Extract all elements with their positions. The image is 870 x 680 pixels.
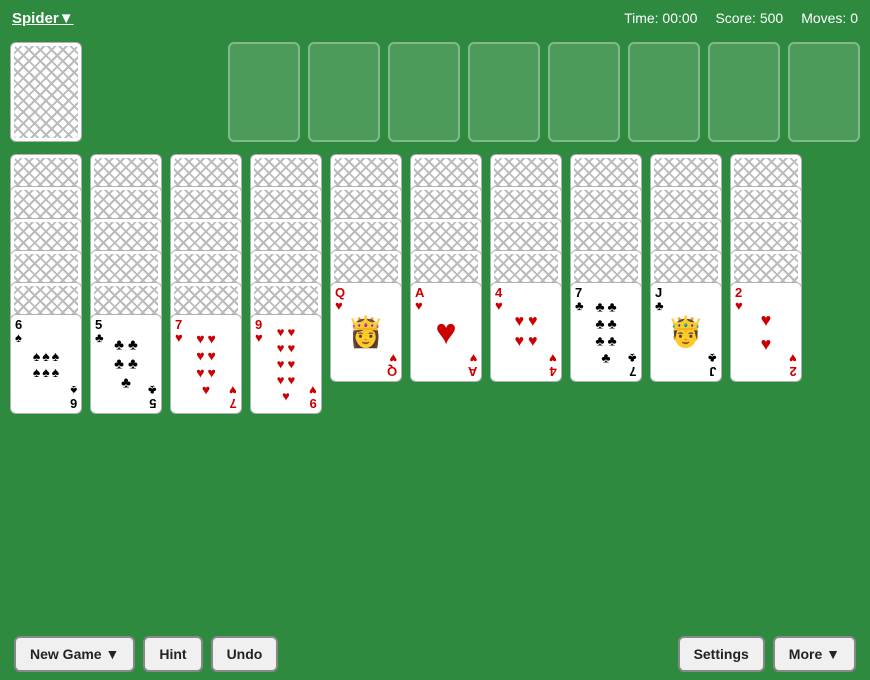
footer-right: Settings More ▼ — [678, 636, 856, 672]
face-up-card[interactable]: 7♥ ♥♥ ♥♥ ♥♥ ♥ 7♥ — [170, 314, 242, 414]
column-6: 4♥ ♥♥ ♥♥ 4♥ — [490, 154, 562, 382]
column-9: 2♥ ♥ ♥ 2♥ — [730, 154, 802, 382]
hint-button[interactable]: Hint — [143, 636, 202, 672]
stock-card[interactable] — [10, 42, 82, 142]
settings-button[interactable]: Settings — [678, 636, 765, 672]
face-up-card[interactable]: 4♥ ♥♥ ♥♥ 4♥ — [490, 282, 562, 382]
column-7: 7♣ ♣♣ ♣♣ ♣♣ ♣ 7♣ — [570, 154, 642, 382]
face-up-card[interactable]: A♥ ♥ A♥ — [410, 282, 482, 382]
column-4: Q♥ 👸 Q♥ — [330, 154, 402, 382]
header-stats: Time: 00:00 Score: 500 Moves: 0 — [624, 10, 858, 26]
header: Spider▼ Time: 00:00 Score: 500 Moves: 0 — [0, 0, 870, 36]
moves-label: Moves: 0 — [801, 10, 858, 26]
foundation-slot-3 — [388, 42, 460, 142]
game-area: 6♠ ♠♠♠ ♠♠♠ 6♠ 5♣ ♣♣ — [0, 36, 870, 420]
new-game-button[interactable]: New Game ▼ — [14, 636, 135, 672]
foundation-slot-7 — [708, 42, 780, 142]
column-1: 5♣ ♣♣ ♣♣ ♣ 5♣ — [90, 154, 162, 414]
undo-button[interactable]: Undo — [211, 636, 279, 672]
foundation-slot-8 — [788, 42, 860, 142]
game-title-button[interactable]: Spider▼ — [12, 10, 74, 27]
face-up-card[interactable]: 7♣ ♣♣ ♣♣ ♣♣ ♣ 7♣ — [570, 282, 642, 382]
face-up-card[interactable]: J♣ 🤴 J♣ — [650, 282, 722, 382]
foundation-slot-2 — [308, 42, 380, 142]
foundation-slot-5 — [548, 42, 620, 142]
footer: New Game ▼ Hint Undo Settings More ▼ — [0, 628, 870, 680]
foundation-slot-6 — [628, 42, 700, 142]
score-label: Score: 500 — [715, 10, 783, 26]
foundation-slot-4 — [468, 42, 540, 142]
face-up-card[interactable]: 9♥ ♥♥ ♥♥ ♥♥ ♥♥ ♥ 9♥ — [250, 314, 322, 414]
foundation-slot-1 — [228, 42, 300, 142]
top-row — [10, 42, 860, 142]
timer-label: Time: 00:00 — [624, 10, 697, 26]
column-2: 7♥ ♥♥ ♥♥ ♥♥ ♥ 7♥ — [170, 154, 242, 414]
more-button[interactable]: More ▼ — [773, 636, 856, 672]
foundations — [228, 42, 860, 142]
column-0: 6♠ ♠♠♠ ♠♠♠ 6♠ — [10, 154, 82, 414]
columns: 6♠ ♠♠♠ ♠♠♠ 6♠ 5♣ ♣♣ — [10, 154, 860, 414]
face-up-card[interactable]: 6♠ ♠♠♠ ♠♠♠ 6♠ — [10, 314, 82, 414]
face-up-card[interactable]: Q♥ 👸 Q♥ — [330, 282, 402, 382]
face-up-card[interactable]: 2♥ ♥ ♥ 2♥ — [730, 282, 802, 382]
column-3: 9♥ ♥♥ ♥♥ ♥♥ ♥♥ ♥ 9♥ — [250, 154, 322, 414]
column-5: A♥ ♥ A♥ — [410, 154, 482, 382]
column-8: J♣ 🤴 J♣ — [650, 154, 722, 382]
stock-pile[interactable] — [10, 42, 82, 142]
face-up-card[interactable]: 5♣ ♣♣ ♣♣ ♣ 5♣ — [90, 314, 162, 414]
